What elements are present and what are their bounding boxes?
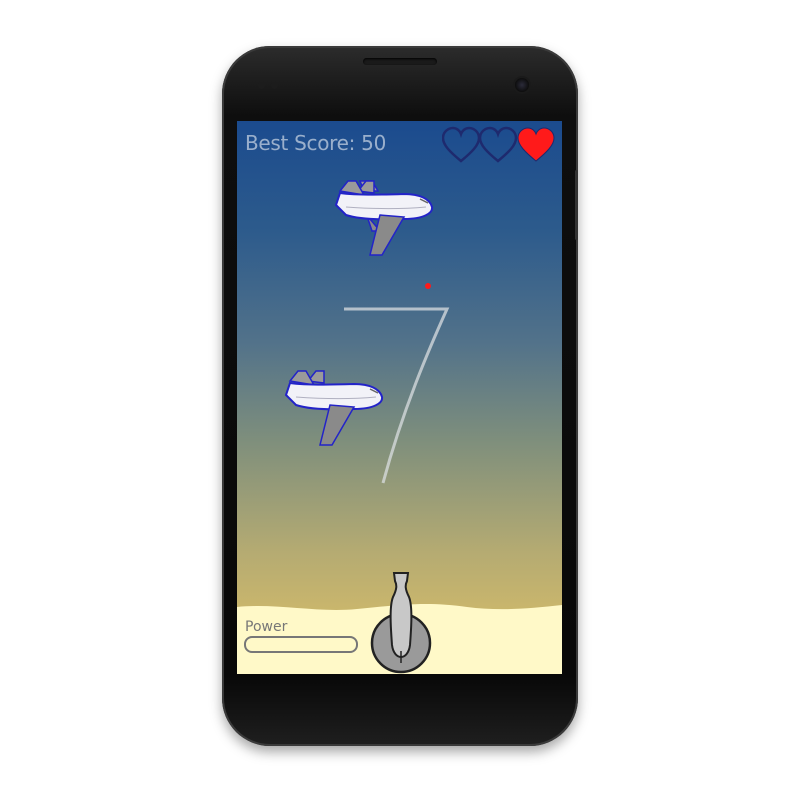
power-meter xyxy=(244,636,358,653)
lives-indicator xyxy=(442,126,555,163)
game-screen[interactable]: Best Score: 50 Power xyxy=(237,121,562,674)
volume-button xyxy=(575,170,578,240)
phone-speaker xyxy=(363,58,437,65)
heart-icon xyxy=(442,126,481,163)
phone-sensor xyxy=(271,82,278,89)
best-score-label: Best Score: 50 xyxy=(245,131,387,155)
phone-sensor xyxy=(258,82,265,89)
cannon-icon[interactable] xyxy=(363,571,439,674)
front-camera xyxy=(515,78,529,92)
bullet xyxy=(425,283,431,289)
power-label: Power xyxy=(245,619,288,635)
airplane-icon xyxy=(284,370,384,446)
airplane-icon xyxy=(334,180,434,256)
heart-icon xyxy=(517,127,555,162)
heart-icon xyxy=(478,126,518,163)
